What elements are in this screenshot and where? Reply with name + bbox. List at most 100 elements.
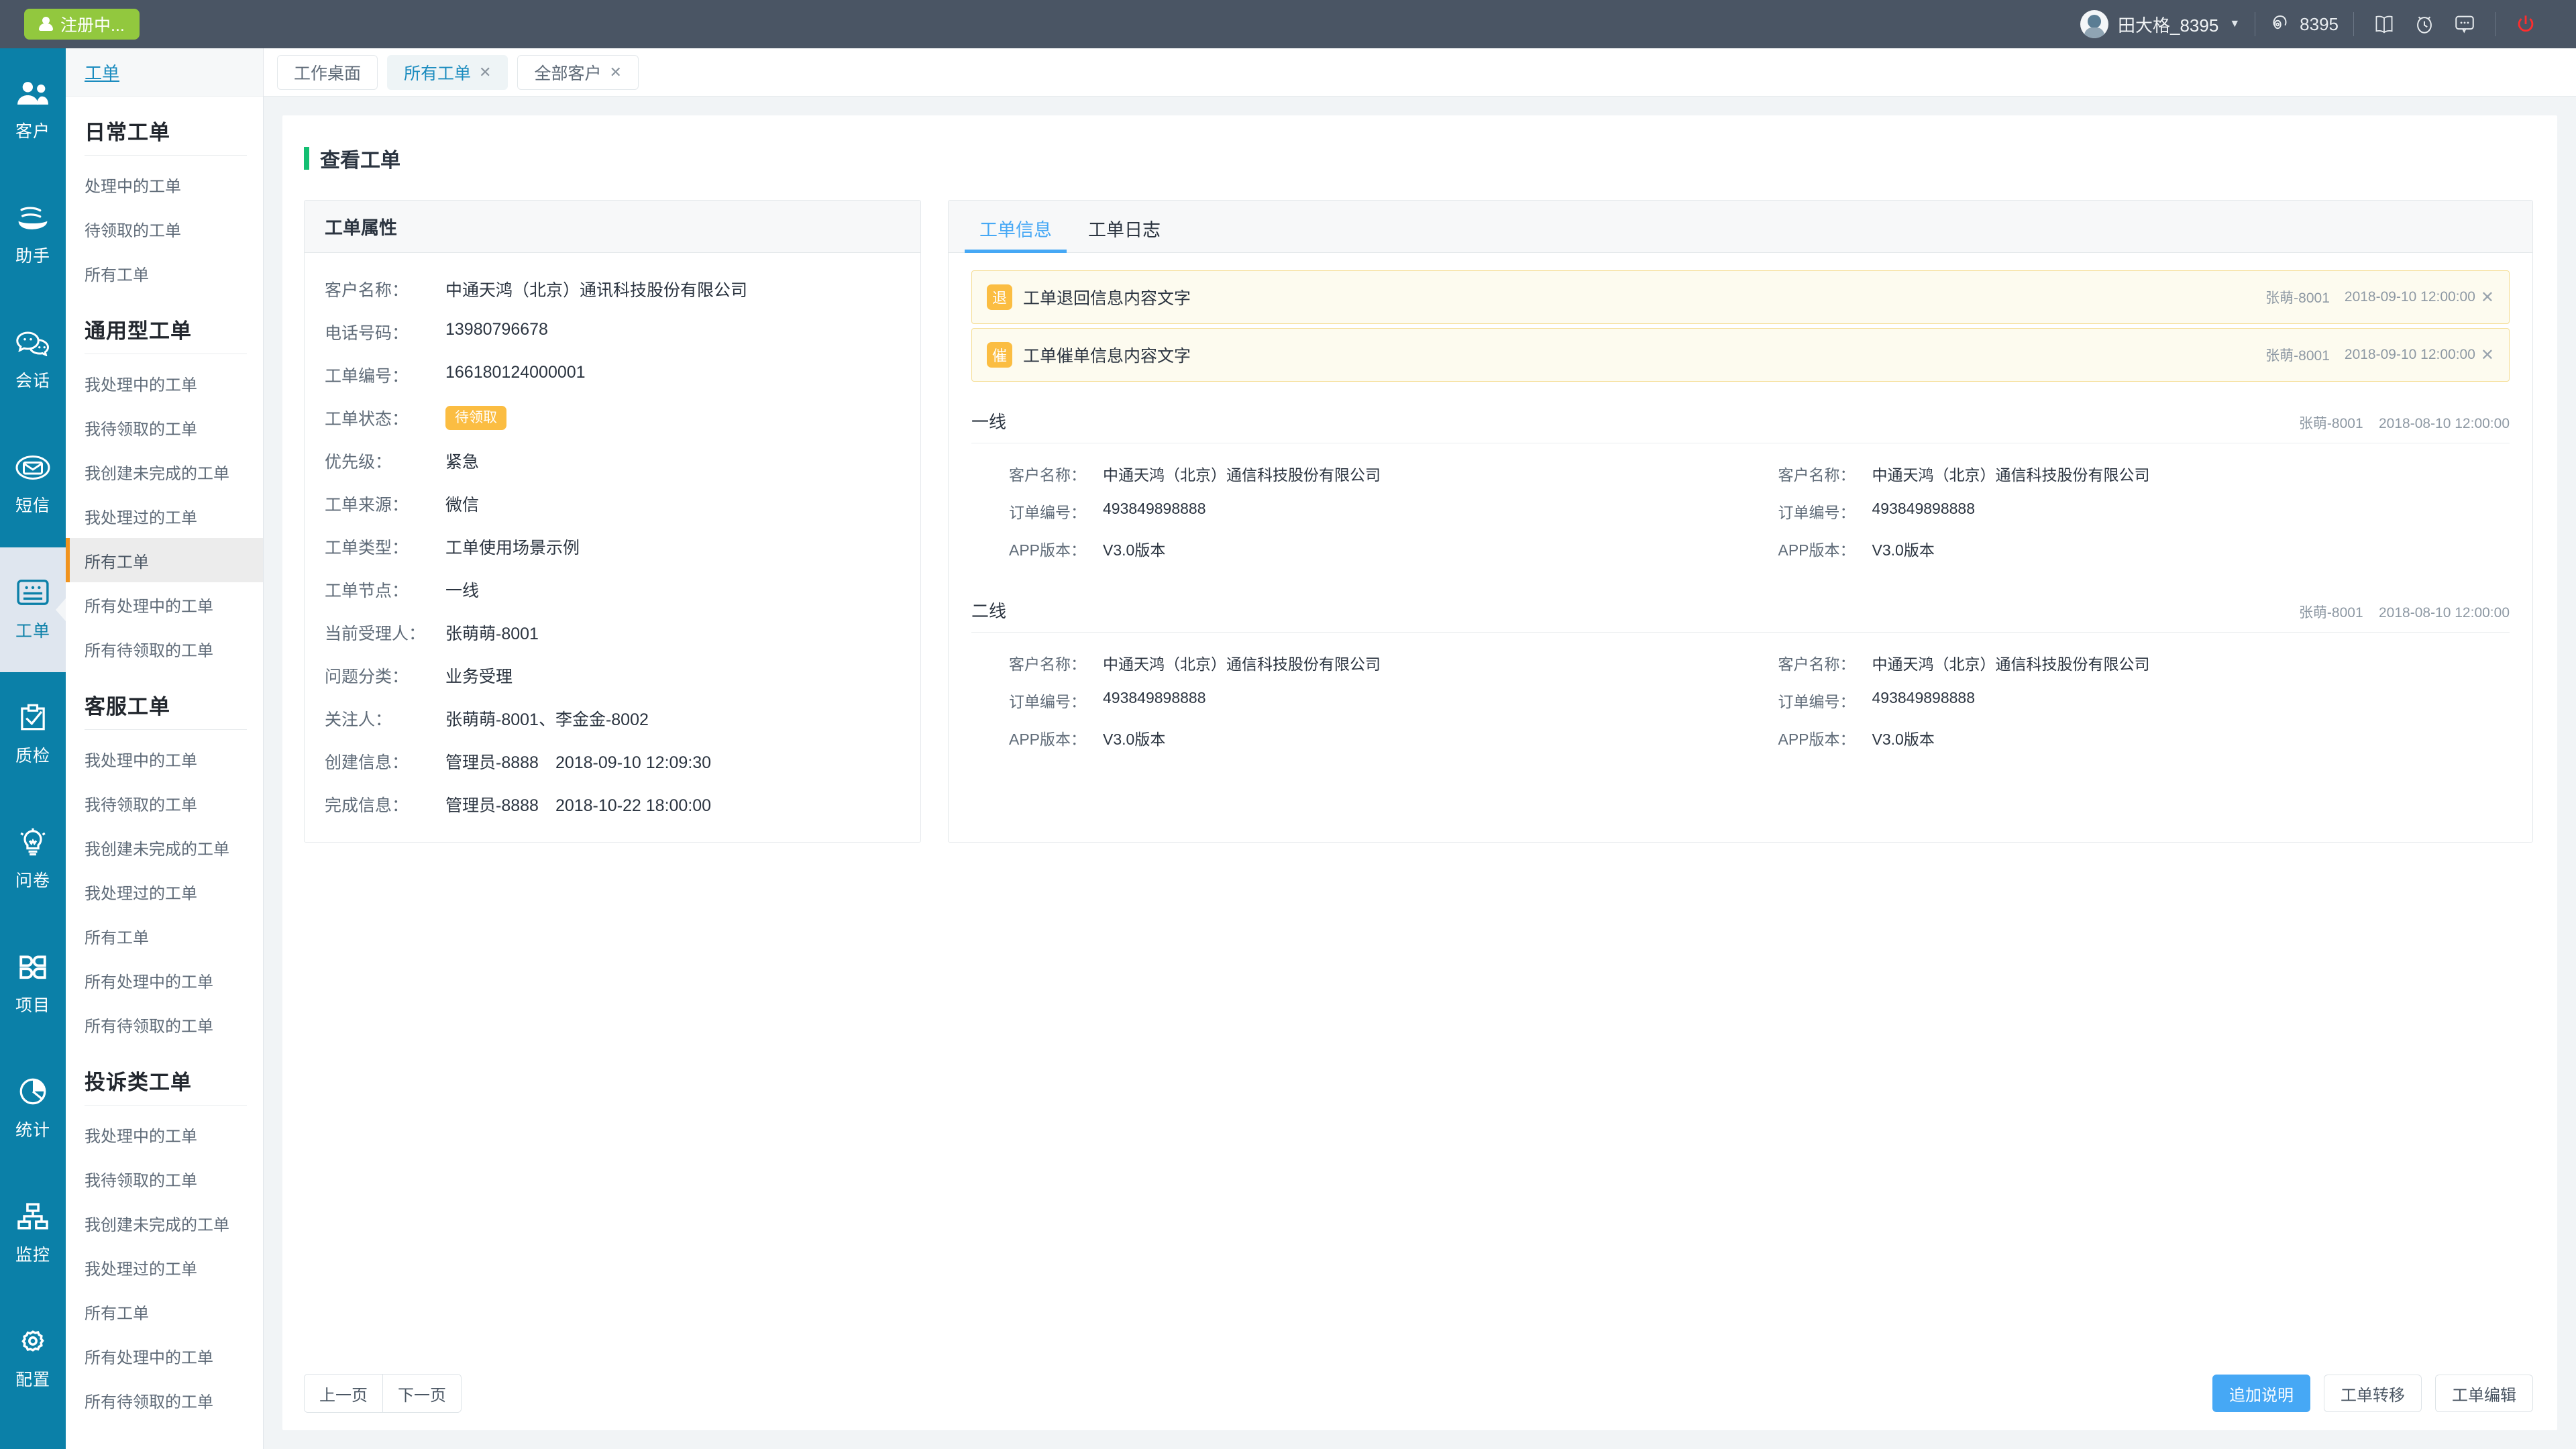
- rail-item-customer[interactable]: 客户: [0, 48, 66, 173]
- rail-item-label: 监控: [15, 1242, 50, 1266]
- sidebar-item-my-unfinished[interactable]: 我创建未完成的工单: [66, 1201, 263, 1245]
- book-icon[interactable]: [2369, 9, 2400, 40]
- sidebar-item-pending[interactable]: 待领取的工单: [66, 207, 263, 251]
- node-author: 张萌-8001: [2299, 416, 2363, 431]
- chat-bubble-icon[interactable]: [2449, 9, 2480, 40]
- sidebar-item-my-handled[interactable]: 我处理过的工单: [66, 494, 263, 538]
- tab-ticket-log[interactable]: 工单日志: [1073, 215, 1175, 252]
- sidebar-item-all-tickets[interactable]: 所有工单: [66, 914, 263, 958]
- next-page-button[interactable]: 下一页: [382, 1375, 461, 1412]
- rail-item-survey[interactable]: 问卷: [0, 797, 66, 922]
- divider: [85, 155, 247, 156]
- sidebar-item-my-processing[interactable]: 我处理中的工单: [66, 737, 263, 781]
- rail-item-quality[interactable]: 质检: [0, 672, 66, 797]
- attribute-key: 工单状态：: [325, 406, 445, 430]
- sitemap-icon: [17, 1202, 49, 1234]
- close-icon[interactable]: ✕: [2481, 288, 2494, 307]
- sidebar-item-all-pending[interactable]: 所有待领取的工单: [66, 1002, 263, 1046]
- rail-item-session[interactable]: 会话: [0, 298, 66, 423]
- extension-indicator[interactable]: 8395: [2255, 13, 2353, 36]
- user-menu[interactable]: 田大格_8395 ▼: [2065, 10, 2255, 38]
- alert-time: 2018-09-10 12:00:00: [2345, 289, 2475, 305]
- user-name: 田大格_8395: [2118, 12, 2218, 37]
- attribute-key: 工单类型：: [325, 535, 445, 559]
- sidebar-item-my-processing[interactable]: 我处理中的工单: [66, 361, 263, 405]
- node-time: 2018-08-10 12:00:00: [2379, 605, 2510, 621]
- title-accent-bar: [304, 147, 309, 170]
- sidebar-group-title: 客服工单: [66, 671, 263, 729]
- rail-item-sms[interactable]: 短信: [0, 423, 66, 547]
- chevron-down-icon[interactable]: ▼: [2229, 18, 2240, 30]
- sidebar-item-my-pending[interactable]: 我待领取的工单: [66, 405, 263, 449]
- attribute-row: 工单节点： 一线: [305, 578, 920, 621]
- node-author: 张萌-8001: [2299, 605, 2363, 621]
- rail-item-statistics[interactable]: 统计: [0, 1046, 66, 1171]
- node-field-key: 客户名称：: [1778, 651, 1872, 674]
- tab-ticket-info[interactable]: 工单信息: [965, 215, 1067, 252]
- pie-chart-icon: [17, 1077, 48, 1109]
- sidebar-item-my-pending[interactable]: 我待领取的工单: [66, 1157, 263, 1201]
- tab-all-tickets[interactable]: 所有工单 ✕: [387, 55, 508, 90]
- rail-item-config[interactable]: 配置: [0, 1296, 66, 1421]
- info-tab-bar: 工单信息 工单日志: [949, 201, 2532, 253]
- close-icon[interactable]: ✕: [609, 64, 621, 81]
- alert-meta: 张萌-8001 2018-09-10 12:00:00: [2265, 287, 2475, 307]
- node-title: 一线: [971, 409, 1006, 433]
- add-note-button[interactable]: 追加说明: [2212, 1375, 2310, 1412]
- lightbulb-icon: [17, 828, 49, 859]
- node-field-value: 中通天鸿（北京）通信科技股份有限公司: [1103, 651, 1381, 674]
- rail-item-ticket[interactable]: 工单: [0, 547, 66, 672]
- attribute-key: 关注人：: [325, 706, 445, 731]
- rail-item-assistant[interactable]: 助手: [0, 173, 66, 298]
- sidebar-item-all-pending[interactable]: 所有待领取的工单: [66, 627, 263, 671]
- sidebar-item-processing[interactable]: 处理中的工单: [66, 162, 263, 207]
- sidebar-item-all-tickets[interactable]: 所有工单: [66, 1289, 263, 1334]
- rail-item-project[interactable]: 项目: [0, 922, 66, 1046]
- node-field-value: 中通天鸿（北京）通信科技股份有限公司: [1103, 462, 1381, 485]
- tab-bar: 工作桌面 所有工单 ✕ 全部客户 ✕: [264, 48, 2576, 97]
- node-header: 一线 张萌-8001 2018-08-10 12:00:00: [971, 409, 2510, 443]
- sidebar-group-title: 通用型工单: [66, 295, 263, 354]
- transfer-ticket-button[interactable]: 工单转移: [2324, 1375, 2422, 1412]
- node-field-value: 493849898888: [1103, 500, 1206, 523]
- power-icon[interactable]: [2510, 9, 2541, 40]
- ticket-card-icon: [16, 578, 50, 610]
- sidebar-item-label: 处理中的工单: [85, 173, 181, 197]
- sidebar-item-label: 我处理过的工单: [85, 880, 197, 904]
- sidebar-header[interactable]: 工单: [66, 48, 263, 97]
- attribute-row: 完成信息： 管理员-8888 2018-10-22 18:00:00: [305, 792, 920, 819]
- sidebar-item-my-handled[interactable]: 我处理过的工单: [66, 869, 263, 914]
- register-button[interactable]: 注册中...: [24, 9, 140, 40]
- attribute-key: 工单来源：: [325, 492, 445, 516]
- edit-ticket-button[interactable]: 工单编辑: [2435, 1375, 2533, 1412]
- sidebar-item-label: 我待领取的工单: [85, 1167, 197, 1191]
- sidebar-group-service: 客服工单 我处理中的工单 我待领取的工单 我创建未完成的工单 我处理过的工单 所…: [66, 671, 263, 1046]
- sidebar-item-label: 所有工单: [85, 262, 149, 285]
- rail-item-label: 客户: [15, 118, 50, 142]
- sidebar-item-all-processing[interactable]: 所有处理中的工单: [66, 958, 263, 1002]
- sidebar-item-label: 我创建未完成的工单: [85, 1212, 229, 1235]
- tab-all-customers[interactable]: 全部客户 ✕: [517, 55, 638, 90]
- close-icon[interactable]: ✕: [479, 64, 491, 81]
- sidebar-item-all-tickets[interactable]: 所有工单: [66, 538, 263, 582]
- icon-rail: 客户 助手 会话: [0, 48, 66, 1449]
- attribute-value: 中通天鸿（北京）通讯科技股份有限公司: [445, 277, 747, 301]
- sidebar-item-all[interactable]: 所有工单: [66, 251, 263, 295]
- rail-item-monitor[interactable]: 监控: [0, 1171, 66, 1296]
- alert-author: 张萌-8001: [2265, 287, 2330, 307]
- sidebar-item-my-unfinished[interactable]: 我创建未完成的工单: [66, 449, 263, 494]
- close-icon[interactable]: ✕: [2481, 345, 2494, 365]
- sidebar-item-all-processing[interactable]: 所有处理中的工单: [66, 1334, 263, 1378]
- sidebar-item-my-pending[interactable]: 我待领取的工单: [66, 781, 263, 825]
- alarm-clock-icon[interactable]: [2409, 9, 2440, 40]
- tab-workdesk[interactable]: 工作桌面: [277, 55, 378, 90]
- node-time: 2018-08-10 12:00:00: [2379, 416, 2510, 431]
- sidebar-item-my-processing[interactable]: 我处理中的工单: [66, 1112, 263, 1157]
- sidebar-item-my-unfinished[interactable]: 我创建未完成的工单: [66, 825, 263, 869]
- sidebar-item-my-handled[interactable]: 我处理过的工单: [66, 1245, 263, 1289]
- prev-page-button[interactable]: 上一页: [305, 1375, 382, 1412]
- attribute-key: 当前受理人：: [325, 621, 445, 645]
- sidebar-item-all-pending[interactable]: 所有待领取的工单: [66, 1378, 263, 1422]
- node-field: 客户名称： 中通天鸿（北京）通信科技股份有限公司: [1741, 462, 2510, 500]
- sidebar-item-all-processing[interactable]: 所有处理中的工单: [66, 582, 263, 627]
